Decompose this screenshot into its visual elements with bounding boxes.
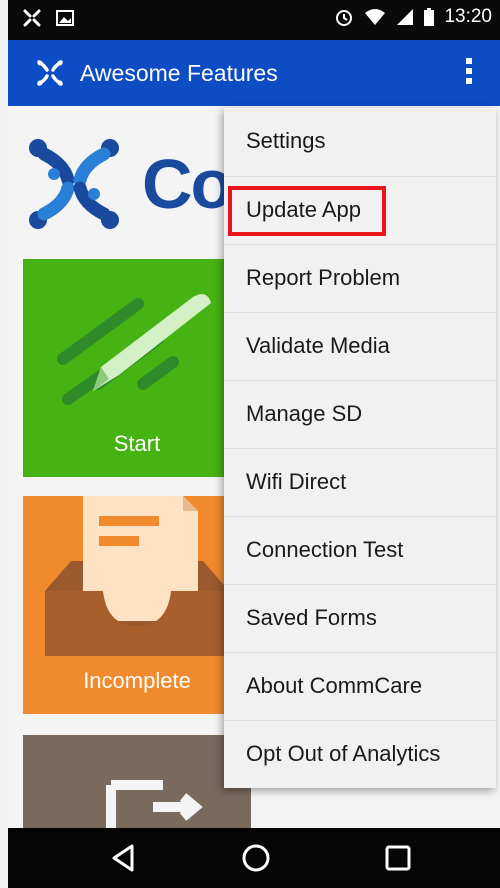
menu-item-label: Validate Media xyxy=(246,333,390,358)
menu-item-label: About CommCare xyxy=(246,673,423,698)
status-bar: 13:20 xyxy=(8,0,500,40)
wifi-icon xyxy=(365,9,386,25)
menu-item-label: Connection Test xyxy=(246,537,404,562)
start-tile[interactable]: Start xyxy=(23,259,251,477)
alarm-icon xyxy=(336,10,353,26)
incomplete-tile[interactable]: Incomplete xyxy=(23,496,251,714)
menu-item-label: Opt Out of Analytics xyxy=(246,741,441,766)
sync-forms-icon xyxy=(106,780,203,828)
signal-icon xyxy=(397,9,414,25)
status-left xyxy=(22,8,74,28)
brand-text: Co xyxy=(142,145,233,223)
sync-tile[interactable] xyxy=(23,735,251,828)
home-icon[interactable] xyxy=(240,842,272,874)
menu-item-connection-test[interactable]: Connection Test xyxy=(224,516,496,584)
menu-item-wifi-direct[interactable]: Wifi Direct xyxy=(224,448,496,516)
status-right: 13:20 xyxy=(334,6,492,28)
app-notification-icon xyxy=(23,9,41,27)
incomplete-label: Incomplete xyxy=(83,668,191,693)
menu-item-label: Settings xyxy=(246,128,326,153)
menu-item-update-app[interactable]: Update App xyxy=(224,176,496,244)
menu-item-saved-forms[interactable]: Saved Forms xyxy=(224,584,496,652)
app-bar: Awesome Features xyxy=(8,40,500,106)
menu-item-label: Update App xyxy=(246,197,361,222)
phone-screen: 13:20 Awesome Features Co Start Incomple… xyxy=(0,0,500,888)
commcare-logo-icon xyxy=(29,139,119,229)
menu-item-opt-out-analytics[interactable]: Opt Out of Analytics xyxy=(224,720,496,788)
start-label: Start xyxy=(113,431,161,456)
image-notification-icon xyxy=(56,10,74,26)
pencil-icon xyxy=(57,294,211,405)
status-time: 13:20 xyxy=(444,6,492,27)
menu-item-about-commcare[interactable]: About CommCare xyxy=(224,652,496,720)
menu-item-label: Manage SD xyxy=(246,401,363,426)
app-title: Awesome Features xyxy=(80,60,278,86)
navigation-bar xyxy=(8,828,500,888)
menu-item-label: Saved Forms xyxy=(246,605,377,630)
menu-item-label: Report Problem xyxy=(246,265,401,290)
menu-item-label: Wifi Direct xyxy=(246,469,347,494)
menu-item-manage-sd[interactable]: Manage SD xyxy=(224,380,496,448)
overflow-menu: Settings Update App Report Problem Valid… xyxy=(224,108,496,788)
recents-icon[interactable] xyxy=(382,842,414,874)
battery-icon xyxy=(424,8,435,26)
menu-item-settings[interactable]: Settings xyxy=(224,108,496,176)
back-icon[interactable] xyxy=(108,842,140,874)
overflow-menu-icon[interactable] xyxy=(464,58,474,90)
menu-item-validate-media[interactable]: Validate Media xyxy=(224,312,496,380)
app-logo-icon xyxy=(37,60,63,86)
menu-item-report-problem[interactable]: Report Problem xyxy=(224,244,496,312)
inbox-tray-icon xyxy=(45,496,229,656)
